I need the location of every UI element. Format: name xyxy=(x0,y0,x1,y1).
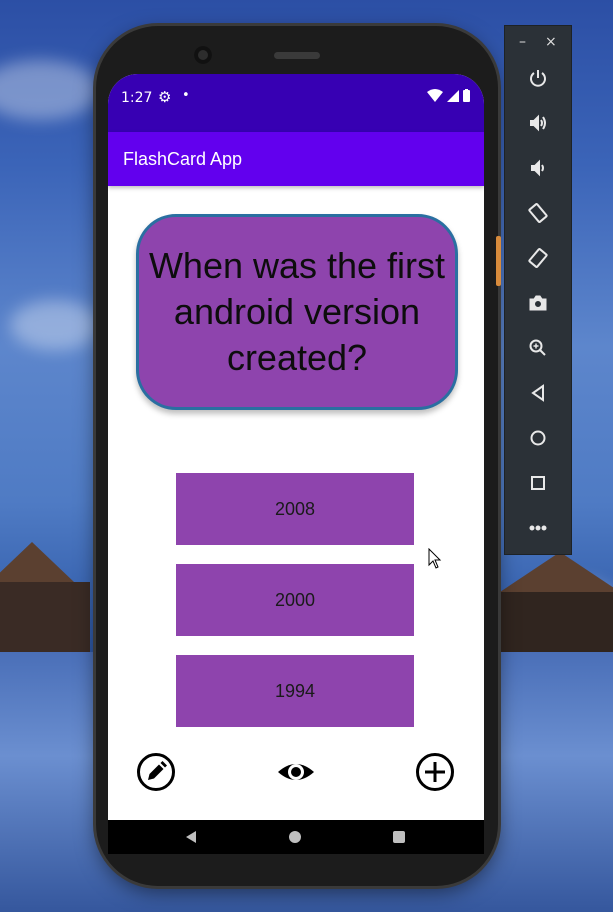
answer-option-2[interactable]: 2000 xyxy=(176,564,414,636)
volume-up-icon[interactable] xyxy=(522,108,554,138)
back-icon[interactable] xyxy=(522,378,554,408)
edit-icon[interactable] xyxy=(136,752,176,792)
wifi-icon xyxy=(427,89,443,102)
overview-icon[interactable] xyxy=(522,468,554,498)
phone-screen: 1:27 ⚙ • FlashCard App When was the firs… xyxy=(108,74,484,854)
answer-option-3[interactable]: 1994 xyxy=(176,655,414,727)
status-time: 1:27 xyxy=(121,90,153,106)
flashcard-question[interactable]: When was the first android version creat… xyxy=(136,214,458,410)
back-nav-icon[interactable] xyxy=(184,830,198,844)
front-camera xyxy=(194,46,212,64)
answer-label: 2008 xyxy=(274,498,316,519)
notification-dot-icon: • xyxy=(182,88,190,103)
question-text: When was the first android version creat… xyxy=(148,245,446,378)
status-icons xyxy=(427,89,470,102)
rotate-right-icon[interactable] xyxy=(522,243,554,273)
answer-label: 1994 xyxy=(274,680,316,701)
settings-icon: ⚙ xyxy=(158,88,172,106)
volume-down-icon[interactable] xyxy=(522,153,554,183)
mouse-cursor-icon xyxy=(428,548,442,569)
power-icon[interactable] xyxy=(522,63,554,93)
close-button[interactable]: × xyxy=(545,34,557,50)
more-icon[interactable] xyxy=(522,513,554,543)
zoom-icon[interactable] xyxy=(522,333,554,363)
cloud xyxy=(10,300,100,350)
cloud xyxy=(0,60,100,120)
earpiece-speaker xyxy=(274,52,320,59)
eye-icon[interactable] xyxy=(276,752,316,792)
camera-icon[interactable] xyxy=(522,288,554,318)
app-bar: FlashCard App xyxy=(108,132,484,186)
overview-nav-icon[interactable] xyxy=(392,830,406,844)
add-icon[interactable] xyxy=(415,752,455,792)
answer-option-1[interactable]: 2008 xyxy=(176,473,414,545)
battery-icon xyxy=(463,89,470,102)
home-icon[interactable] xyxy=(522,423,554,453)
answer-label: 2000 xyxy=(274,589,316,610)
app-title: FlashCard App xyxy=(123,149,243,169)
signal-icon xyxy=(447,89,459,102)
home-nav-icon[interactable] xyxy=(288,830,302,844)
android-nav-bar xyxy=(108,820,484,854)
rotate-left-icon[interactable] xyxy=(522,198,554,228)
emulator-toolbar: – × xyxy=(504,25,572,555)
phone-power-button[interactable] xyxy=(496,236,501,286)
minimize-button[interactable]: – xyxy=(519,34,526,50)
status-bar: 1:27 ⚙ • xyxy=(108,74,484,132)
